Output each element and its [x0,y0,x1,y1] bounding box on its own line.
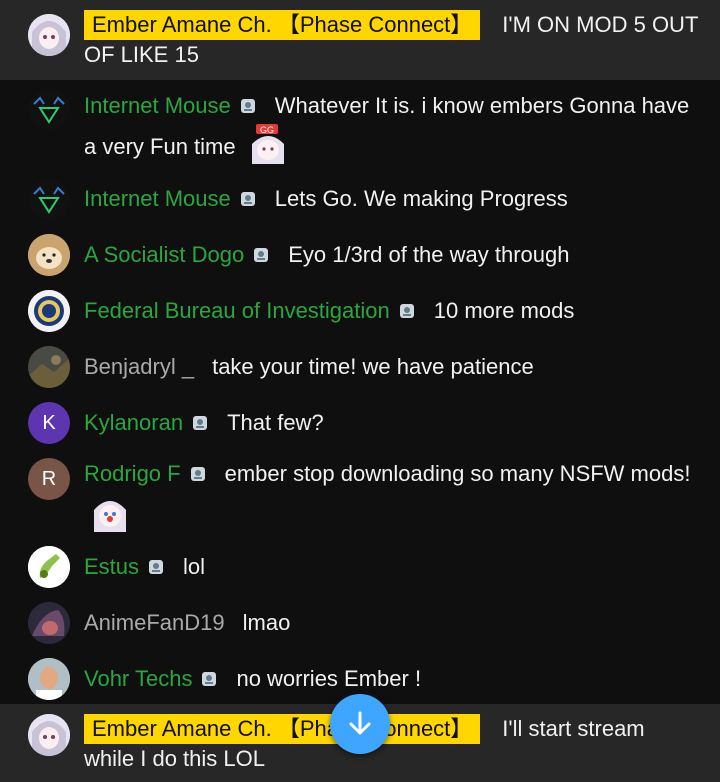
author-name[interactable]: Vohr Techs [84,666,218,691]
member-badge-icon [191,407,209,430]
avatar[interactable] [28,88,70,130]
gg-emote-icon: GG [246,124,290,175]
avatar[interactable] [28,658,70,700]
avatar[interactable] [28,234,70,276]
avatar[interactable]: R [28,458,70,500]
message-text: Lets Go. We making Progress [274,186,568,211]
member-badge-icon [398,295,416,318]
chat-message: Benjadryl _ take your time! we have patie… [0,346,720,390]
author-name[interactable]: Estus [84,554,165,579]
message-text: lol [183,554,206,579]
chat-message: Internet Mouse Lets Go. We making Progres… [0,178,720,222]
clown-emote-icon [88,492,132,543]
member-badge-icon [200,663,218,686]
chat-message: Estus lol [0,546,720,590]
chat-message: K Kylanoran That few? [0,402,720,446]
member-badge-icon [147,551,165,574]
author-name[interactable]: Ember Amane Ch. 【Phase Connect】 [84,10,481,40]
author-name[interactable]: Ember Amane Ch. 【Phase Connect】 [84,714,481,744]
avatar[interactable] [28,714,70,756]
message-text: take your time! we have patience [212,354,534,379]
avatar[interactable] [28,178,70,220]
avatar[interactable] [28,546,70,588]
message-text: ember stop downloading so many NSFW mods… [224,461,691,486]
svg-text:GG: GG [260,125,274,135]
avatar[interactable] [28,602,70,644]
author-name[interactable]: Kylanoran [84,410,209,435]
avatar[interactable] [28,346,70,388]
message-text: no worries Ember ! [236,666,422,691]
chat-message: A Socialist Dogo Eyo 1/3rd of the way thr… [0,234,720,278]
author-name[interactable]: Internet Mouse [84,186,257,211]
member-badge-icon [252,239,270,262]
avatar[interactable]: K [28,402,70,444]
author-name[interactable]: Internet Mouse [84,93,257,118]
avatar-letter: R [41,467,57,490]
author-name[interactable]: Federal Bureau of Investigation [84,298,416,323]
message-text: lmao [242,610,291,635]
chat-message: AnimeFanD19 lmao [0,602,720,646]
member-badge-icon [239,90,257,113]
chat-message: R Rodrigo F ember stop downloading so man… [0,456,720,538]
message-text: 10 more mods [433,298,575,323]
chat-message: Federal Bureau of Investigation 10 more m… [0,290,720,334]
author-name[interactable]: Rodrigo F [84,461,207,486]
message-text: Eyo 1/3rd of the way through [288,242,570,267]
avatar[interactable] [28,290,70,332]
avatar[interactable] [28,14,70,56]
member-badge-icon [239,183,257,206]
author-name[interactable]: A Socialist Dogo [84,242,270,267]
author-name[interactable]: Benjadryl _ [84,354,194,379]
chat-message: Internet Mouse Whatever It is. i know emb… [0,86,720,172]
scroll-to-bottom-button[interactable] [330,694,390,754]
arrow-down-icon [349,711,371,735]
avatar-letter: K [42,411,56,434]
message-text: That few? [227,410,324,435]
member-badge-icon [189,458,207,481]
author-name[interactable]: AnimeFanD19 [84,610,225,635]
chat-message-owner: Ember Amane Ch. 【Phase Connect】 I'M ON MO… [0,0,720,80]
